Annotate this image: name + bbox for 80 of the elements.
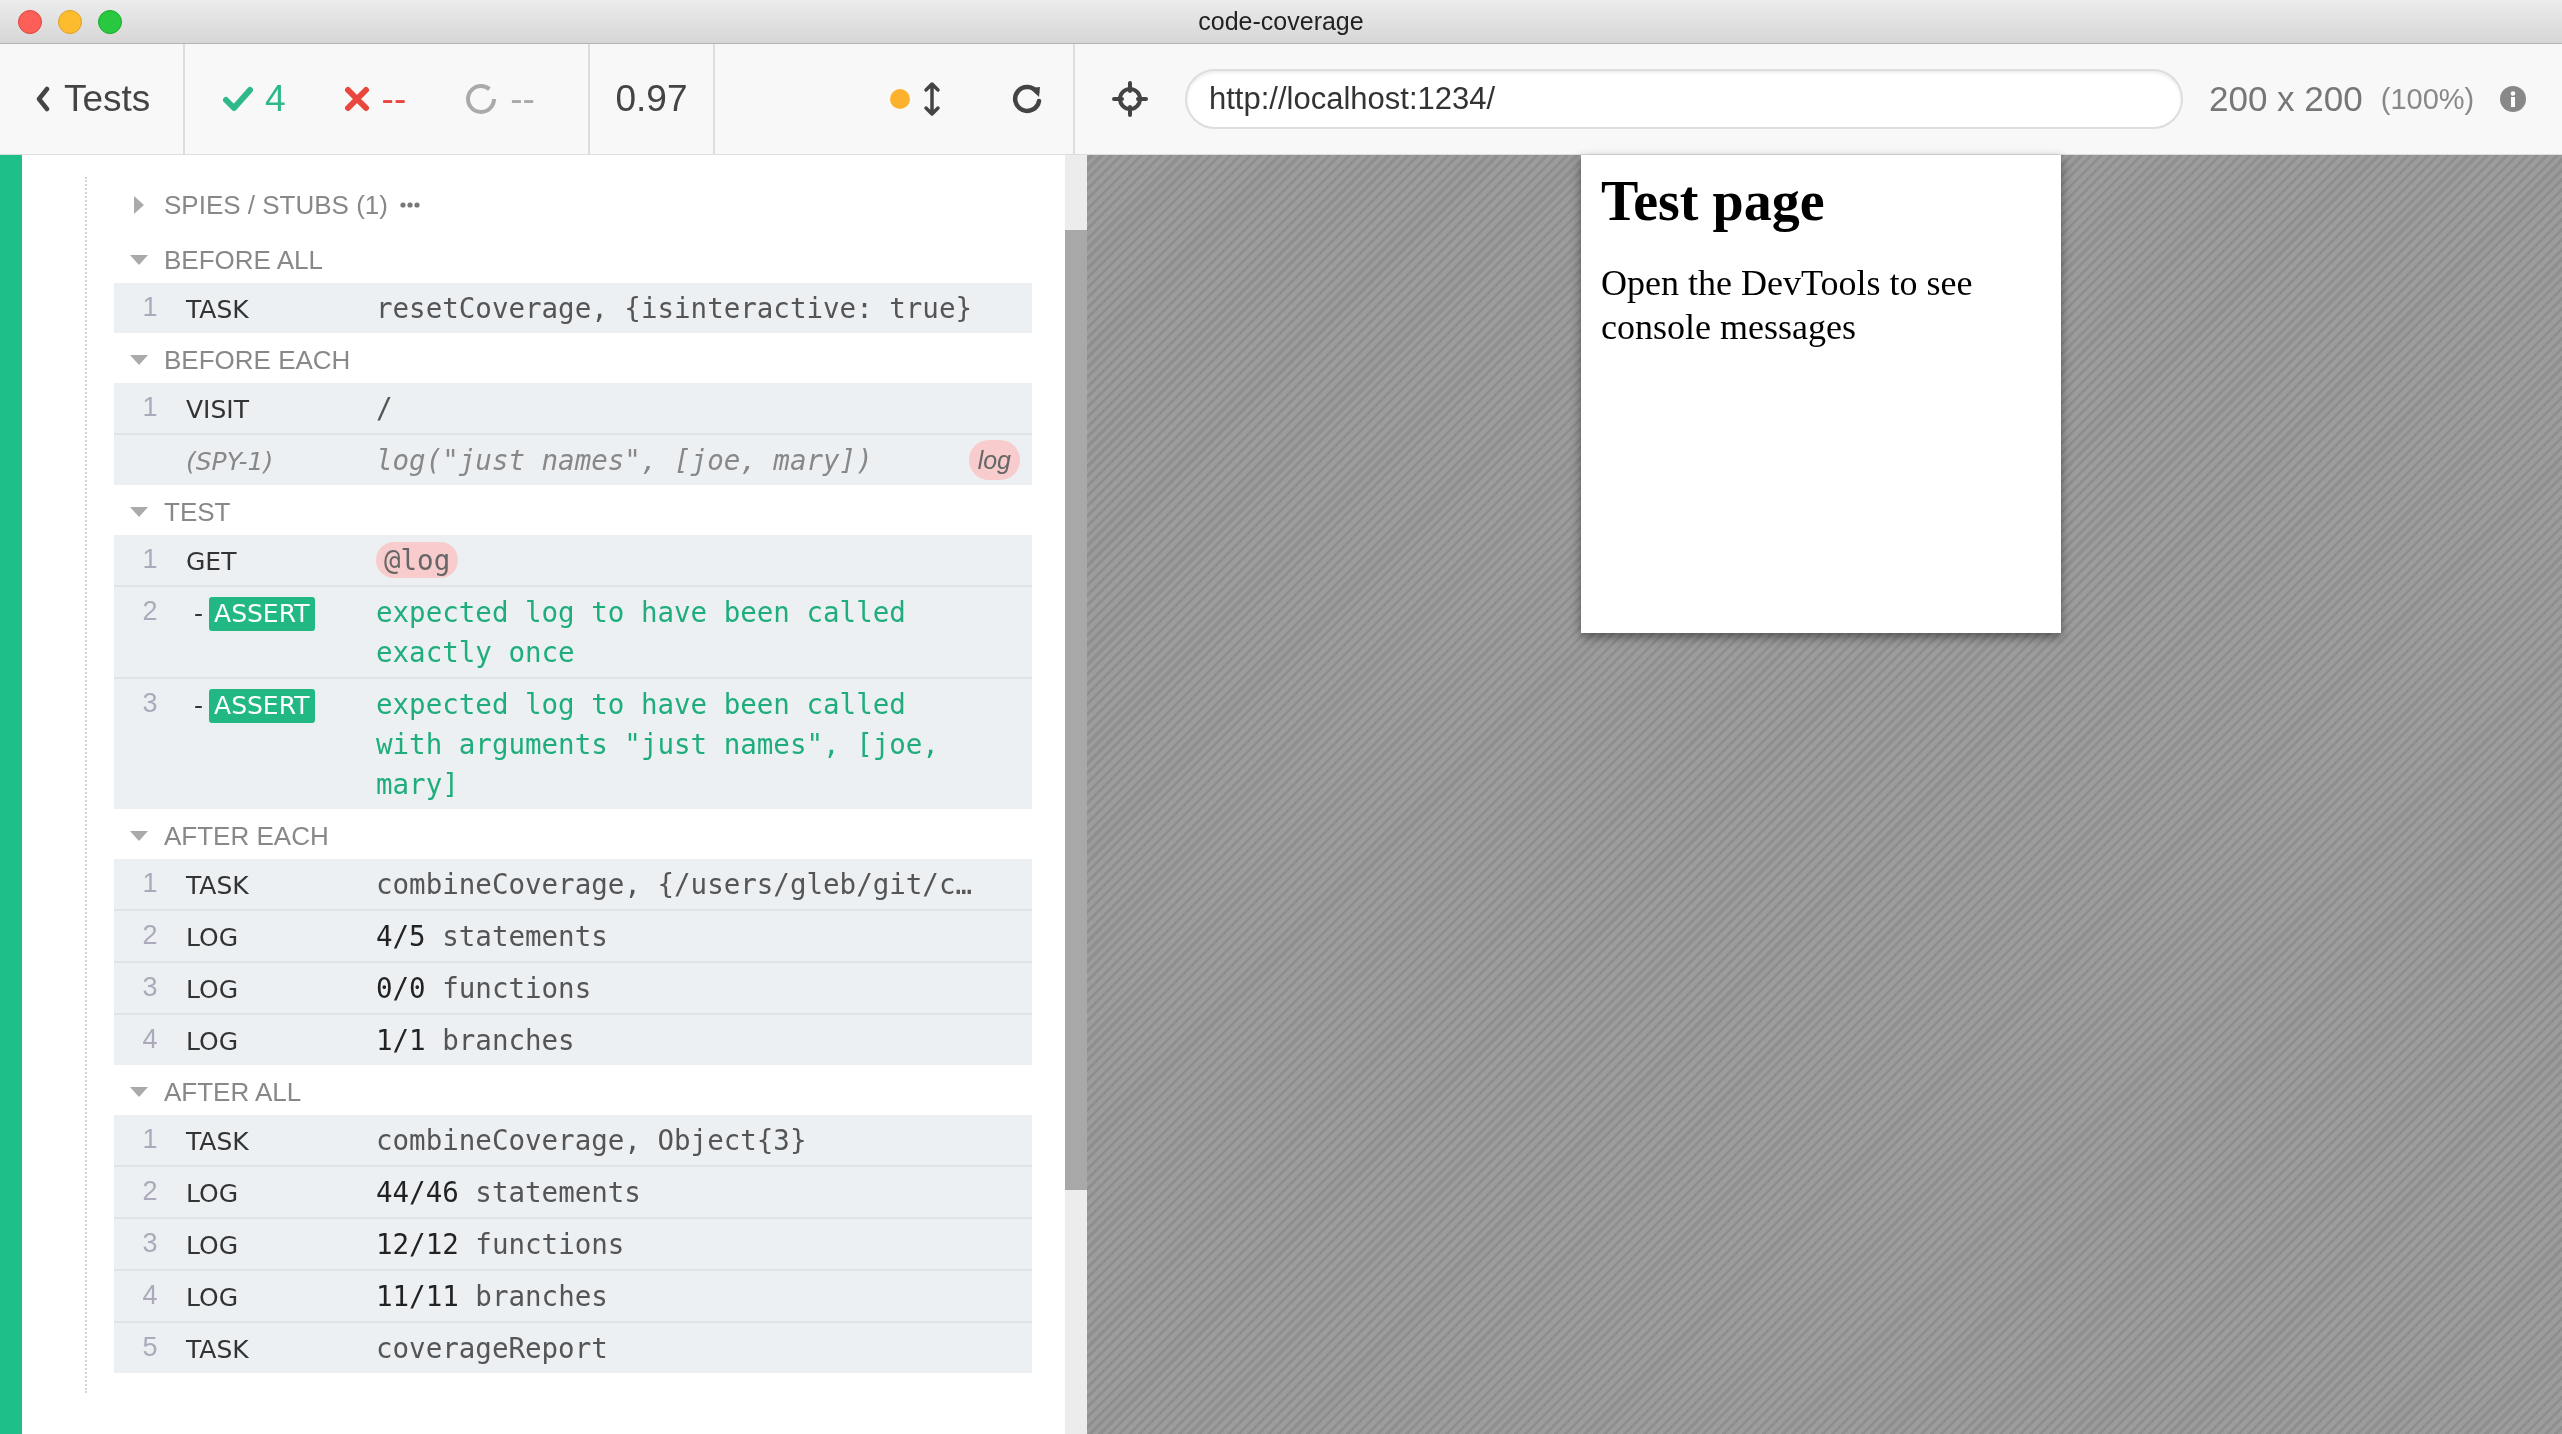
page-text: Open the DevTools to see console messages bbox=[1601, 262, 1974, 349]
crosshair-icon bbox=[1112, 81, 1148, 117]
line-number: 2 bbox=[141, 919, 159, 952]
scroll-toggle-button[interactable] bbox=[889, 81, 941, 117]
line-number: 2 bbox=[141, 1175, 159, 1208]
zoom-button[interactable] bbox=[98, 9, 122, 34]
command-name: TASK bbox=[186, 294, 249, 326]
line-number: 3 bbox=[141, 971, 159, 1004]
url-field[interactable]: http://localhost:1234/ bbox=[1185, 69, 2183, 129]
command-name: ASSERT bbox=[209, 597, 315, 631]
cross-icon bbox=[343, 86, 370, 112]
info-icon bbox=[2500, 86, 2527, 112]
spies-header[interactable]: SPIES / STUBS (1) bbox=[114, 177, 1033, 233]
command-name: TASK bbox=[186, 1126, 249, 1158]
command-message: 44/46 statements bbox=[376, 1175, 642, 1210]
command-message: 1/1 branches bbox=[376, 1023, 576, 1058]
command-message: 12/12 functions bbox=[376, 1227, 626, 1262]
viewport-scale: (100%) bbox=[2380, 82, 2475, 116]
line-number: 4 bbox=[141, 1023, 159, 1056]
command-name: (SPY-1) bbox=[186, 446, 274, 478]
command-message: / bbox=[376, 391, 394, 426]
check-icon bbox=[223, 85, 253, 113]
page-heading: Test page bbox=[1601, 169, 1826, 233]
indent-marker: - bbox=[193, 598, 204, 630]
command-name: TASK bbox=[186, 1334, 249, 1366]
selector-playground-button[interactable] bbox=[1112, 81, 1148, 117]
line-number: 3 bbox=[141, 687, 159, 720]
command-message: coverageReport bbox=[376, 1331, 609, 1366]
ring-icon bbox=[464, 82, 499, 116]
viewport-size: 200 x 200 bbox=[2209, 79, 2363, 119]
command-message: 4/5 statements bbox=[376, 919, 609, 954]
dot-icon bbox=[889, 88, 911, 110]
command-message: resetCoverage, {isinteractive: true} bbox=[376, 291, 974, 326]
command-name: LOG bbox=[186, 1282, 239, 1314]
hook-header[interactable]: AFTER EACH bbox=[114, 813, 1033, 859]
window-title: code-coverage bbox=[1198, 7, 1364, 35]
line-number: 1 bbox=[141, 543, 159, 576]
line-number: 1 bbox=[141, 391, 159, 424]
hook-header[interactable]: BEFORE EACH bbox=[114, 337, 1033, 383]
hook-header[interactable]: AFTER ALL bbox=[114, 1069, 1033, 1115]
command-name: ASSERT bbox=[209, 689, 315, 723]
command-name: LOG bbox=[186, 922, 239, 954]
command-name: LOG bbox=[186, 974, 239, 1006]
vertical-arrow-icon bbox=[923, 81, 941, 117]
command-name: TASK bbox=[186, 870, 249, 902]
indent-marker: - bbox=[193, 690, 204, 722]
line-number: 5 bbox=[141, 1331, 159, 1364]
line-number: 1 bbox=[141, 867, 159, 900]
scrollbar-thumb[interactable] bbox=[1065, 230, 1088, 1190]
hook-header[interactable]: TEST bbox=[114, 489, 1033, 535]
line-number: 1 bbox=[141, 291, 159, 324]
command-name: VISIT bbox=[186, 394, 249, 426]
more-icon bbox=[399, 201, 420, 209]
command-message: combineCoverage, Object{3} bbox=[376, 1123, 808, 1158]
chevron-left-icon bbox=[34, 86, 50, 112]
command-message: combineCoverage, {/users/gleb/git/c… bbox=[376, 867, 974, 902]
line-number: 1 bbox=[141, 1123, 159, 1156]
line-number: 2 bbox=[141, 595, 159, 628]
command-message: expected log to have been called with arguments "just names", [joe, mary] bbox=[376, 687, 940, 802]
command-message: log("just names", [joe, mary]) bbox=[376, 443, 874, 478]
command-message: 11/11 branches bbox=[376, 1279, 609, 1314]
line-number: 4 bbox=[141, 1279, 159, 1312]
pending-count: -- bbox=[510, 78, 535, 120]
hook-header[interactable]: BEFORE ALL bbox=[114, 237, 1033, 283]
command-message: expected log to have been called exactly once bbox=[376, 595, 907, 670]
failed-count: -- bbox=[381, 78, 407, 120]
command-name: LOG bbox=[186, 1230, 239, 1262]
scrollbar[interactable] bbox=[1065, 155, 1088, 1434]
command-message: 0/0 functions bbox=[376, 971, 593, 1006]
alias-tag: @log bbox=[376, 542, 459, 578]
command-name: LOG bbox=[186, 1178, 239, 1210]
info-button[interactable] bbox=[2500, 86, 2527, 112]
close-button[interactable] bbox=[18, 9, 42, 34]
passed-count: 4 bbox=[265, 78, 286, 120]
line-number: 3 bbox=[141, 1227, 159, 1260]
duration: 0.97 bbox=[615, 78, 688, 120]
command-name: GET bbox=[186, 546, 237, 578]
minimize-button[interactable] bbox=[58, 9, 82, 34]
command-name: LOG bbox=[186, 1026, 239, 1058]
alias-tag: log bbox=[968, 440, 1021, 480]
